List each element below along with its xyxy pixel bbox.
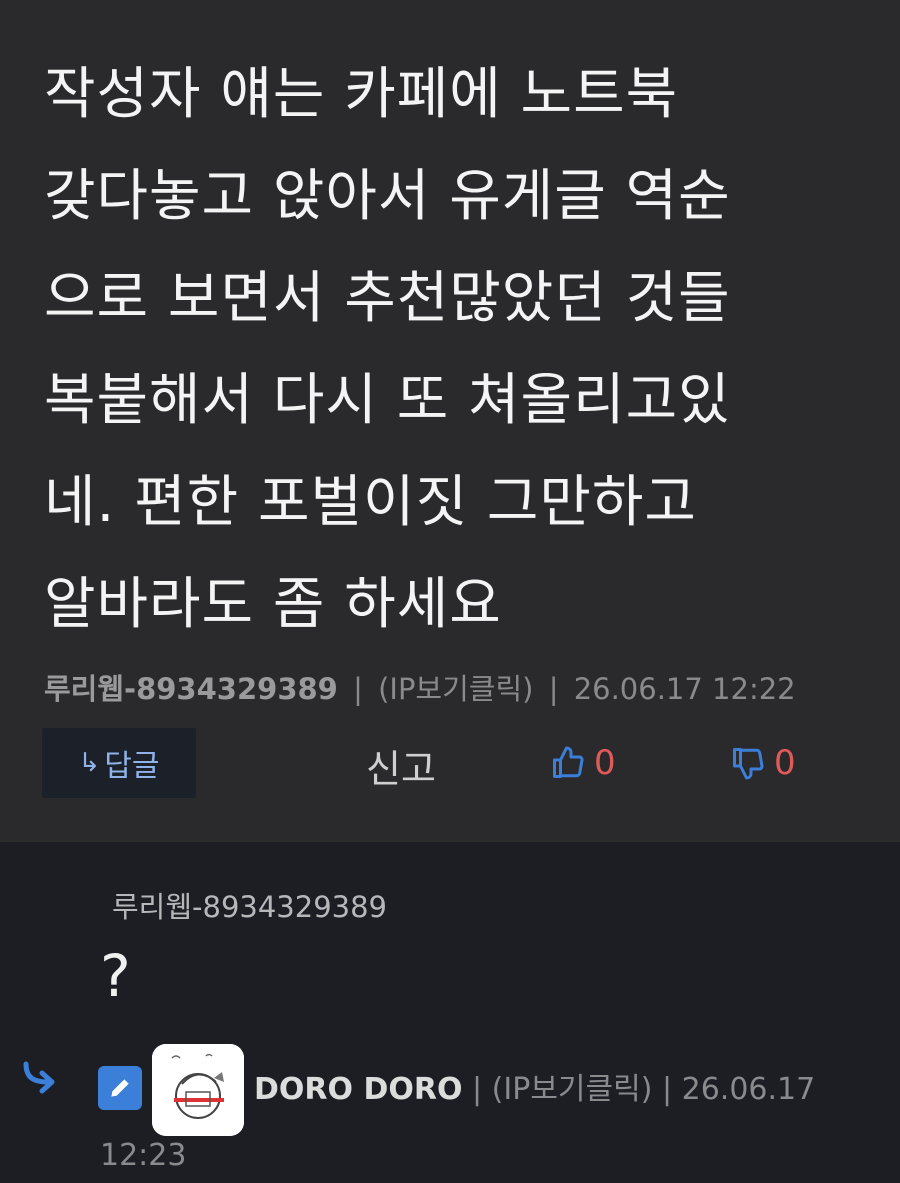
next-reply-meta: DORO DORO | (IP보기클릭) | 26.06.17 [254, 1064, 815, 1108]
upvote-count: 0 [594, 743, 616, 783]
upvote-button[interactable]: 0 [550, 738, 616, 788]
avatar[interactable] [152, 1044, 244, 1136]
reply-arrow-glyph: ↳ [78, 748, 101, 778]
comment-meta: 루리웹-8934329389 | (IP보기클릭) | 26.06.17 12:… [44, 666, 796, 710]
thumbs-down-icon [733, 748, 764, 780]
edit-icon[interactable] [98, 1066, 142, 1110]
next-reply-time: 12:23 [100, 1138, 187, 1173]
pencil-icon [111, 1079, 129, 1097]
thumbs-up-icon [553, 746, 584, 778]
avatar-icon [152, 1044, 244, 1136]
reply-arrow-icon [23, 1061, 55, 1094]
meta-separator: | [472, 1072, 483, 1107]
next-reply-date: 26.06.17 [681, 1072, 816, 1107]
reply-button-label: 답글 [104, 749, 160, 784]
comment-timestamp: 26.06.17 12:22 [573, 672, 796, 706]
meta-separator: | [548, 672, 559, 706]
downvote-count: 0 [774, 743, 796, 783]
ip-view-link[interactable]: (IP보기클릭) [492, 1072, 653, 1107]
reply-button[interactable]: ↳ 답글 [42, 728, 196, 798]
comment-author[interactable]: 루리웹-8934329389 [44, 672, 338, 706]
ip-view-link[interactable]: (IP보기클릭) [378, 672, 533, 706]
next-reply-author[interactable]: DORO DORO [254, 1072, 462, 1107]
meta-separator: | [353, 672, 363, 706]
comment-body: 작성자 얘는 카페에 노트북 갖다놓고 앉아서 유게글 역순 으로 보면서 추천… [44, 62, 731, 637]
comment-card: 작성자 얘는 카페에 노트북 갖다놓고 앉아서 유게글 역순 으로 보면서 추천… [0, 0, 900, 842]
report-button[interactable]: 신고 [366, 738, 436, 793]
reply-author[interactable]: 루리웹-8934329389 [112, 884, 387, 926]
reply-body: ? [100, 942, 131, 1010]
downvote-button[interactable]: 0 [730, 738, 796, 788]
meta-separator: | [661, 1072, 673, 1107]
